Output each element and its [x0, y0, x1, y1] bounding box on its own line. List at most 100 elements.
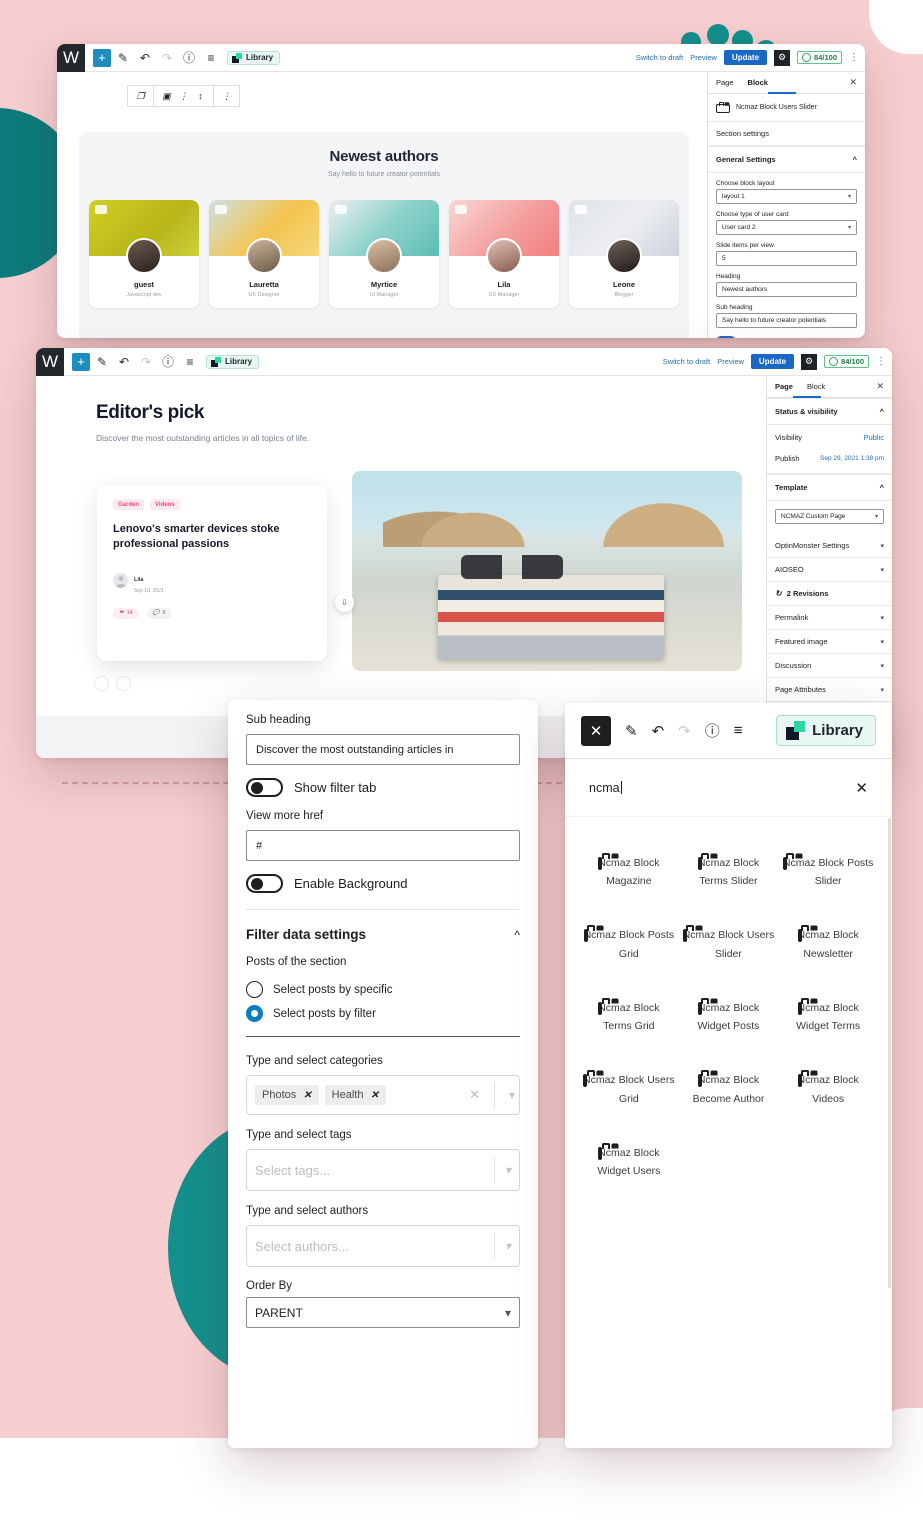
close-icon[interactable]: ✕ — [581, 715, 611, 746]
block-group[interactable]: ▣ ⋮ ↕ — [154, 86, 214, 106]
hero-image[interactable] — [352, 471, 742, 671]
slide-items-input[interactable]: 5 — [716, 251, 857, 266]
sidebar-row-optinmonster[interactable]: OptinMonster Settings ▾ — [767, 534, 892, 558]
view-more-href-input[interactable]: # — [246, 830, 520, 861]
preview-button[interactable]: Preview — [717, 357, 744, 366]
close-icon[interactable]: ✕ — [849, 77, 857, 88]
switch-to-draft-button[interactable]: Switch to draft — [663, 357, 711, 366]
sidebar-row-revisions[interactable]: ↻ 2 Revisions — [767, 582, 892, 606]
order-by-select[interactable]: PARENT ▾ — [246, 1297, 520, 1328]
redo-icon[interactable]: ↷ — [678, 722, 691, 740]
author-card[interactable]: guest Javascript dev — [89, 200, 199, 308]
post-tag[interactable]: Videos — [150, 499, 180, 510]
sidebar-row-permalink[interactable]: Permalink ▾ — [767, 606, 892, 630]
info-icon[interactable]: ⓘ — [179, 48, 199, 68]
seo-score-badge[interactable]: 84/100 — [824, 355, 869, 368]
tab-page[interactable]: Page — [716, 78, 734, 87]
block-item[interactable]: Ncmaz Block Magazine — [579, 835, 679, 907]
plus-icon[interactable]: + — [72, 352, 90, 371]
info-icon[interactable]: ⓘ — [705, 720, 720, 741]
post-tag[interactable]: Garden — [113, 499, 145, 510]
block-item[interactable]: Ncmaz Block Newsletter — [778, 907, 878, 979]
gear-icon[interactable]: ⚙ — [774, 49, 791, 66]
block-item[interactable]: Ncmaz Block Posts Grid — [579, 907, 679, 979]
radio-specific[interactable] — [246, 981, 263, 998]
visibility-row[interactable]: Visibility Public — [767, 425, 892, 450]
seo-score-badge[interactable]: 84/100 — [797, 51, 842, 64]
block-item[interactable]: Ncmaz Block Become Author — [679, 1052, 779, 1124]
info-icon[interactable]: ⓘ — [158, 352, 178, 372]
like-count-badge[interactable]: ❤ 14 — [113, 607, 139, 619]
radio-filter[interactable] — [246, 1005, 263, 1022]
undo-icon[interactable]: ↶ — [652, 722, 665, 740]
enable-background-toggle[interactable] — [246, 874, 283, 893]
category-chip[interactable]: Photos ✕ — [255, 1085, 319, 1105]
user-card-select[interactable]: User card 2 ▾ — [716, 220, 857, 235]
wordpress-icon[interactable]: W — [36, 348, 64, 376]
enable-background-row[interactable]: Enable Background — [246, 874, 520, 893]
featured-post-card[interactable]: Garden Videos Lenovo's smarter devices s… — [97, 485, 327, 661]
block-search-field[interactable]: ncma ✕ — [565, 759, 892, 817]
categories-multiselect[interactable]: Photos ✕ Health ✕ ✕ ▾ — [246, 1075, 520, 1115]
sidebar-row-discussion[interactable]: Discussion ▾ — [767, 654, 892, 678]
publish-value[interactable]: Sep 29, 2021 1:38 pm — [820, 455, 884, 462]
block-item[interactable]: Ncmaz Block Posts Slider — [778, 835, 878, 907]
tab-page[interactable]: Page — [775, 382, 793, 391]
kebab-menu-icon[interactable]: ⋮ — [849, 52, 859, 63]
options-group[interactable]: ⋮ — [214, 86, 239, 106]
show-filter-tab-toggle[interactable] — [246, 778, 283, 797]
sidebar-row-featured-image[interactable]: Featured image ▾ — [767, 630, 892, 654]
block-item[interactable]: Ncmaz Block Terms Slider — [679, 835, 779, 907]
template-header[interactable]: Template ^ — [767, 474, 892, 501]
plus-icon[interactable]: + — [93, 48, 111, 67]
list-view-icon[interactable]: ≡ — [734, 722, 743, 739]
author-card[interactable]: Lila UX Manager — [449, 200, 559, 308]
radio-filter-row[interactable]: Select posts by filter — [246, 1005, 520, 1022]
block-item[interactable]: Ncmaz Block Users Slider — [679, 907, 779, 979]
gear-icon[interactable]: ⚙ — [801, 353, 818, 370]
status-visibility-header[interactable]: Status & visibility ^ — [767, 398, 892, 425]
close-icon[interactable]: ✕ — [855, 779, 868, 797]
tab-block[interactable]: Block — [807, 382, 825, 391]
pager-dot[interactable] — [116, 676, 131, 691]
update-button[interactable]: Update — [750, 354, 795, 369]
list-view-icon[interactable]: ≡ — [180, 352, 200, 372]
comment-count-badge[interactable]: 💬 5 — [146, 607, 172, 619]
sub-heading-input[interactable]: Discover the most outstanding articles i… — [246, 734, 520, 765]
library-button[interactable]: Library — [776, 715, 876, 746]
heading-input[interactable]: Newest authors — [716, 282, 857, 297]
block-item[interactable]: Ncmaz Block Widget Terms — [778, 980, 878, 1052]
pencil-icon[interactable]: ✎ — [113, 48, 133, 68]
redo-icon[interactable]: ↷ — [157, 48, 177, 68]
enable-background-toggle[interactable] — [716, 336, 736, 338]
block-item[interactable]: Ncmaz Block Widget Posts — [679, 980, 779, 1052]
pencil-icon[interactable]: ✎ — [92, 352, 112, 372]
wordpress-icon[interactable]: W — [57, 44, 85, 72]
block-item[interactable]: Ncmaz Block Widget Users — [579, 1125, 679, 1197]
kebab-menu-icon[interactable]: ⋮ — [876, 356, 886, 367]
sidebar-row-section-settings[interactable]: Section settings — [708, 122, 865, 146]
tab-block[interactable]: Block — [748, 78, 768, 87]
clear-icon[interactable]: ✕ — [469, 1087, 480, 1103]
authors-select[interactable]: Select authors... ▾ — [246, 1225, 520, 1267]
pager-dot[interactable] — [94, 676, 109, 691]
library-button[interactable]: Library — [227, 50, 281, 65]
scrollbar[interactable] — [888, 818, 891, 1288]
chevron-down-icon[interactable]: ▾ — [505, 1239, 511, 1253]
tags-select[interactable]: Select tags... ▾ — [246, 1149, 520, 1191]
preview-button[interactable]: Preview — [690, 53, 717, 62]
sidebar-row-page-attributes[interactable]: Page Attributes ▾ — [767, 678, 892, 702]
list-view-icon[interactable]: ≡ — [201, 48, 221, 68]
chevron-down-icon[interactable]: ▾ — [505, 1306, 511, 1320]
library-button[interactable]: Library — [206, 354, 260, 369]
sidebar-row-aioseo[interactable]: AIOSEO ▾ — [767, 558, 892, 582]
sub-heading-input[interactable]: Say hello to future creator potentials — [716, 313, 857, 328]
block-item[interactable]: Ncmaz Block Videos — [778, 1052, 878, 1124]
author-card[interactable]: Lauretta UX Designer — [209, 200, 319, 308]
update-button[interactable]: Update — [723, 50, 768, 65]
carousel-pager[interactable] — [94, 676, 131, 691]
general-settings-header[interactable]: General Settings ^ — [708, 146, 865, 173]
filter-data-settings-header[interactable]: Filter data settings ^ — [228, 910, 538, 956]
block-item[interactable]: Ncmaz Block Users Grid — [579, 1052, 679, 1124]
template-select[interactable]: NCMAZ Custom Page ▾ — [775, 509, 884, 524]
